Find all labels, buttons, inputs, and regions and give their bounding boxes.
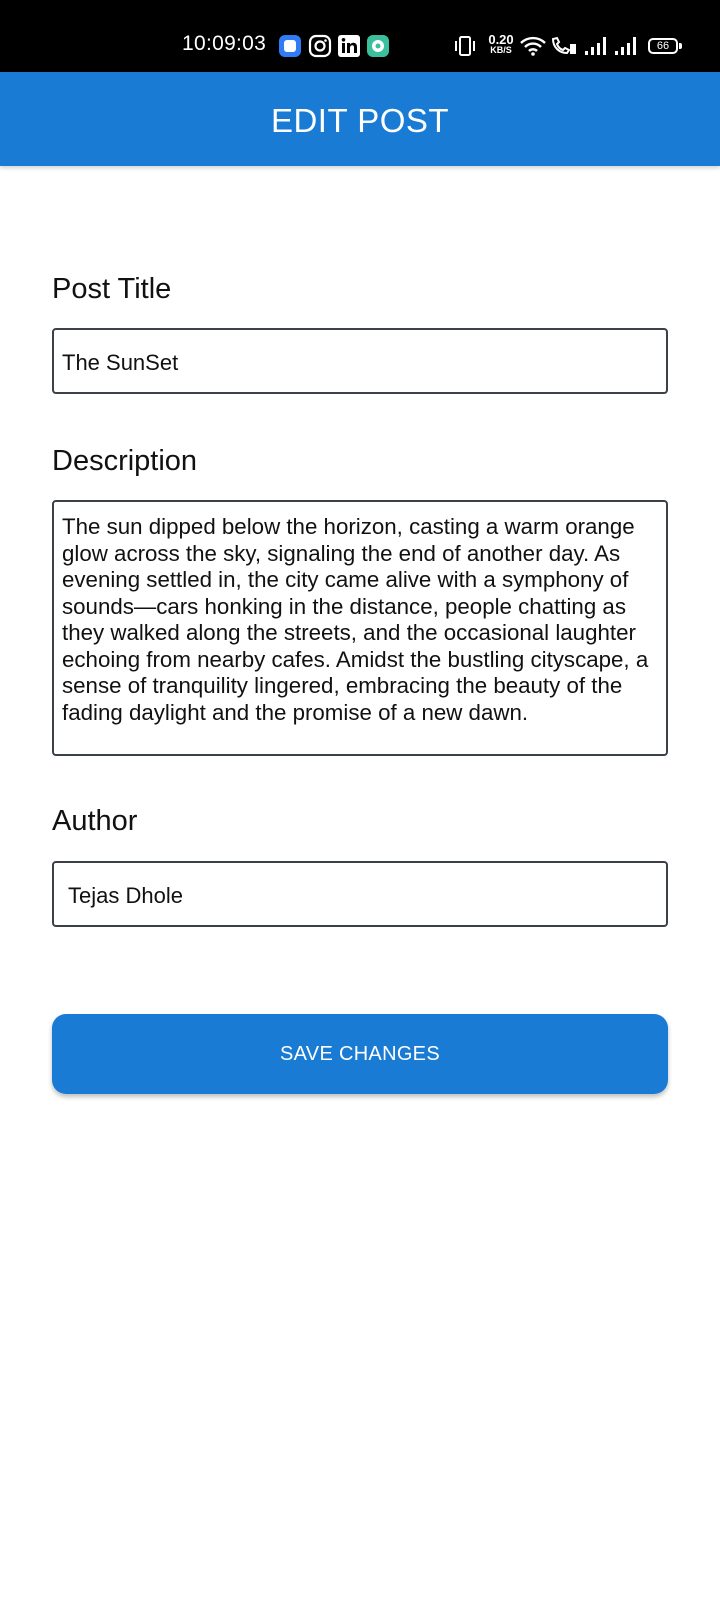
post-title-label: Post Title <box>52 273 172 305</box>
app-bar: EDIT POST <box>0 72 720 166</box>
app-icon <box>279 35 301 57</box>
signal-icon <box>585 37 606 55</box>
network-speed-unit: KB/S <box>490 45 512 55</box>
chat-icon <box>367 35 389 57</box>
battery-tip <box>679 43 682 49</box>
author-label: Author <box>52 805 138 837</box>
save-changes-button[interactable]: SAVE CHANGES <box>52 1014 668 1094</box>
page-title: EDIT POST <box>270 102 450 139</box>
linkedin-icon <box>338 35 360 57</box>
description-value: The sun dipped below the horizon, castin… <box>62 514 649 725</box>
status-time: 10:09:03 <box>182 32 267 55</box>
battery-icon: 66 <box>648 38 678 54</box>
post-title-value: The SunSet <box>62 350 179 375</box>
wifi-icon <box>520 36 546 56</box>
vibrate-icon <box>455 36 475 56</box>
description-input[interactable]: The sun dipped below the horizon, castin… <box>52 500 668 756</box>
network-speed: 0.20 KB/S <box>486 32 516 55</box>
status-bar: 10:09:03 0.20 KB/S 66 <box>0 0 720 72</box>
author-value: Tejas Dhole <box>68 883 183 908</box>
author-input[interactable]: Tejas Dhole <box>52 861 668 927</box>
signal-icon <box>615 37 636 55</box>
battery-level: 66 <box>656 40 670 52</box>
post-title-input[interactable]: The SunSet <box>52 328 668 394</box>
description-label: Description <box>52 445 198 477</box>
network-speed-value: 0.20 <box>488 32 514 47</box>
instagram-icon <box>308 34 332 58</box>
call-icon <box>551 36 576 55</box>
